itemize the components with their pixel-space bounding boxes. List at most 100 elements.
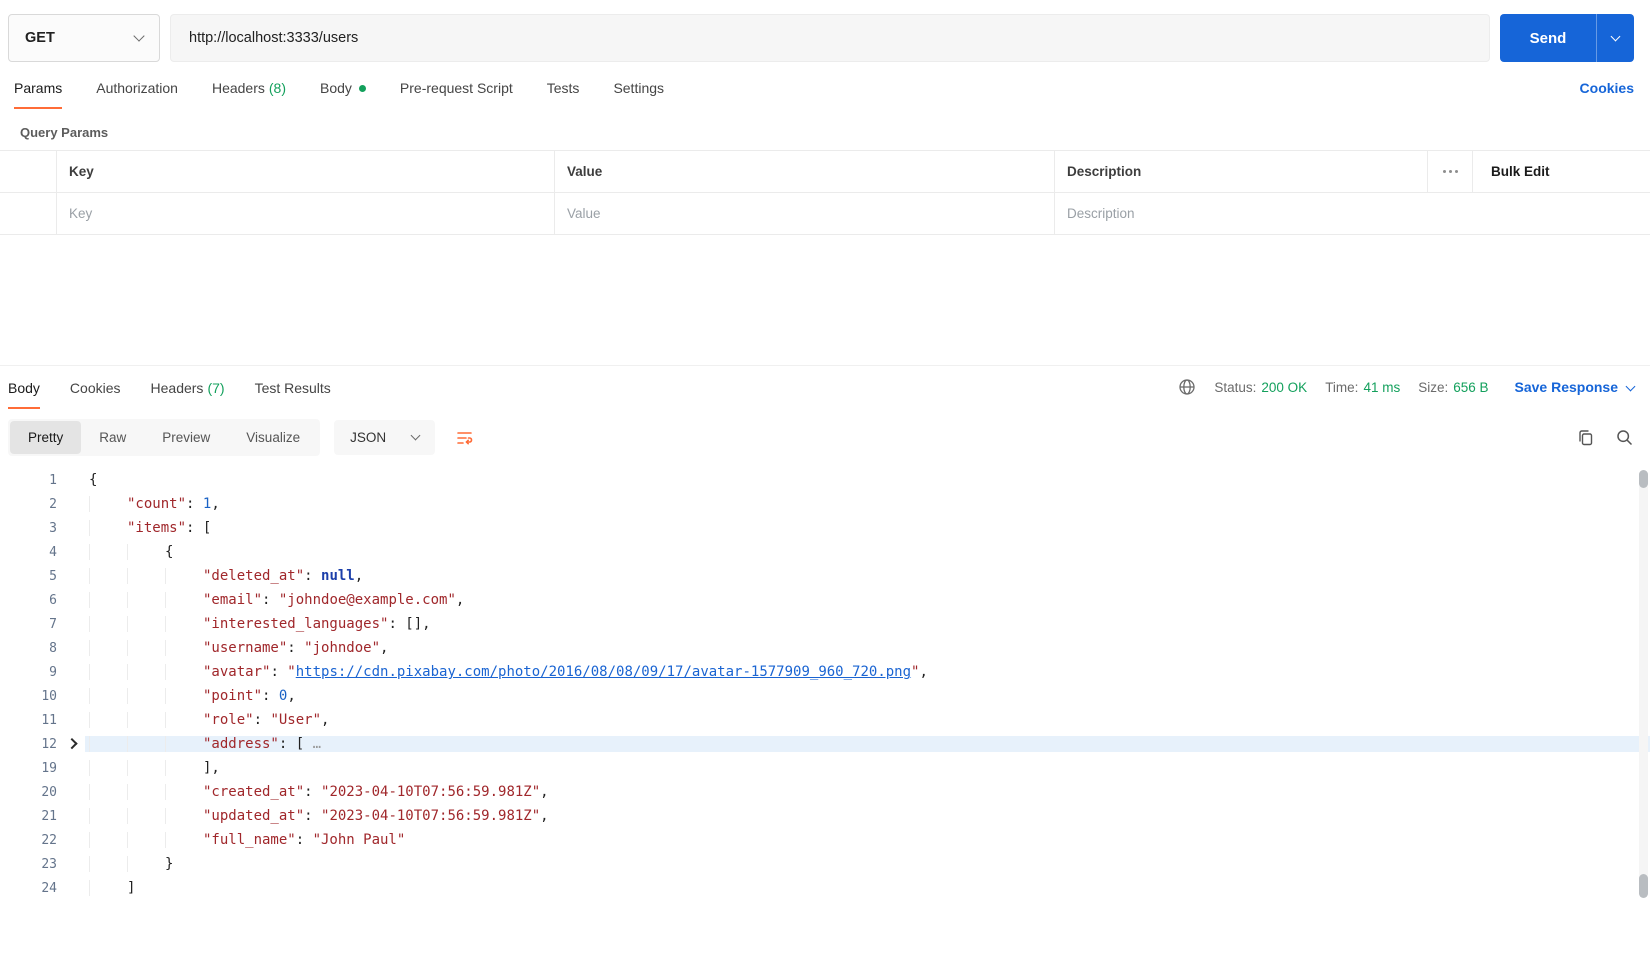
tab-tests[interactable]: Tests (547, 80, 580, 109)
code-token: : (270, 664, 288, 680)
code-token: … (304, 736, 322, 752)
code-token: ], (203, 760, 220, 776)
body-modified-dot-icon (358, 84, 366, 92)
code-token: : (287, 640, 305, 656)
indent-guide (89, 568, 90, 584)
response-url-link[interactable]: https://cdn.pixabay.com/photo/2016/08/08… (296, 664, 911, 680)
tab-response-cookies[interactable]: Cookies (70, 380, 121, 409)
tab-label: Test Results (254, 380, 331, 396)
code-text: "items": [ (85, 520, 1650, 536)
line-number: 1 (49, 472, 57, 488)
save-response-button[interactable]: Save Response (1514, 379, 1636, 395)
response-meta: Status: 200 OK Time: 41 ms Size: 656 B S… (1178, 378, 1636, 409)
code-token: , (919, 664, 928, 680)
line-number: 21 (41, 808, 57, 824)
code-line-11: 11 "role": "User", (0, 708, 1650, 732)
code-text: "deleted_at": null, (85, 568, 1650, 584)
code-token: "role" (203, 712, 254, 728)
code-line-10: 10 "point": 0, (0, 684, 1650, 708)
tab-test-results[interactable]: Test Results (255, 380, 331, 409)
fold-expand-icon[interactable] (66, 737, 78, 750)
line-number: 11 (41, 712, 57, 728)
code-token: "address" (203, 736, 279, 752)
copy-icon[interactable] (1576, 428, 1595, 447)
line-number: 2 (49, 496, 57, 512)
code-token: : [ (186, 520, 212, 536)
send-button[interactable]: Send (1500, 14, 1596, 62)
code-token: : [ (278, 736, 305, 752)
code-token: "johndoe" (304, 640, 381, 656)
tab-response-headers[interactable]: Headers (7) (151, 380, 225, 409)
tab-label: Settings (613, 80, 665, 96)
network-globe-icon[interactable] (1178, 378, 1196, 396)
wrap-lines-icon[interactable] (449, 422, 480, 453)
indent-guide (89, 832, 90, 848)
tab-headers[interactable]: Headers (8) (212, 80, 286, 109)
indent-guide (89, 544, 90, 560)
tab-label: Cookies (69, 380, 121, 396)
view-mode-pretty[interactable]: Pretty (10, 421, 82, 454)
tab-params[interactable]: Params (14, 80, 63, 109)
view-mode-preview[interactable]: Preview (144, 421, 228, 454)
tab-response-body[interactable]: Body (8, 380, 40, 409)
indent-guide (89, 856, 90, 872)
response-toolbar: Pretty Raw Preview Visualize JSON (0, 409, 1650, 466)
indent-guide (89, 616, 90, 632)
code-token: "johndoe@example.com" (278, 592, 456, 608)
more-options-icon[interactable] (1427, 151, 1472, 192)
code-text: { (85, 544, 1650, 560)
url-field-wrap (170, 14, 1490, 62)
send-options-button[interactable] (1596, 14, 1634, 62)
code-text: "point": 0, (85, 688, 1650, 704)
code-text: "interested_languages": [], (85, 616, 1650, 632)
code-line-20: 20 "created_at": "2023-04-10T07:56:59.981… (0, 780, 1650, 804)
time-value: 41 ms (1363, 379, 1401, 395)
scrollbar-track[interactable] (1639, 470, 1648, 898)
language-select[interactable]: JSON (334, 420, 436, 455)
view-mode-raw[interactable]: Raw (81, 421, 144, 454)
tab-label: Tests (546, 80, 580, 96)
code-text: "avatar": "https://cdn.pixabay.com/photo… (85, 664, 1650, 680)
indent-guide (89, 592, 90, 608)
line-number: 19 (41, 760, 57, 776)
code-token: "count" (127, 496, 187, 512)
tab-body[interactable]: Body (320, 80, 366, 109)
tab-authorization[interactable]: Authorization (96, 80, 178, 109)
indent-guide (89, 520, 90, 536)
request-response-gap (0, 235, 1650, 365)
cookies-link[interactable]: Cookies (1580, 80, 1634, 109)
indent-guide (165, 688, 166, 704)
code-text: ], (85, 760, 1650, 776)
save-response-label: Save Response (1514, 379, 1619, 395)
param-value-input[interactable] (567, 206, 1042, 221)
search-icon[interactable] (1615, 428, 1634, 447)
indent-guide (89, 736, 90, 752)
code-token: : (253, 712, 271, 728)
param-key-input[interactable] (69, 206, 542, 221)
code-token: "point" (203, 688, 263, 704)
code-token: "2023-04-10T07:56:59.981Z" (321, 784, 541, 800)
chevron-down-icon (1610, 31, 1621, 41)
tab-pre-request-script[interactable]: Pre-request Script (400, 80, 513, 109)
tab-label: Params (14, 80, 63, 96)
indent-guide (165, 616, 166, 632)
code-token: "User" (270, 712, 322, 728)
column-header-value: Value (555, 151, 1055, 192)
scrollbar-thumb[interactable] (1639, 470, 1648, 488)
code-line-1: 1{ (0, 468, 1650, 492)
indent-guide (127, 712, 128, 728)
scrollbar-thumb[interactable] (1639, 874, 1648, 898)
method-select[interactable]: GET (8, 14, 160, 62)
bulk-edit-button[interactable]: Bulk Edit (1472, 151, 1650, 192)
chevron-down-icon (133, 30, 145, 42)
tab-label: Headers (211, 80, 265, 96)
line-number: 10 (41, 688, 57, 704)
send-split-button: Send (1500, 14, 1634, 62)
param-description-input[interactable] (1067, 206, 1638, 221)
view-mode-visualize[interactable]: Visualize (228, 421, 318, 454)
query-params-title: Query Params (20, 125, 109, 140)
tab-settings[interactable]: Settings (613, 80, 664, 109)
code-token: "full_name" (203, 832, 296, 848)
code-text: "full_name": "John Paul" (85, 832, 1650, 848)
url-input[interactable] (189, 30, 1471, 46)
